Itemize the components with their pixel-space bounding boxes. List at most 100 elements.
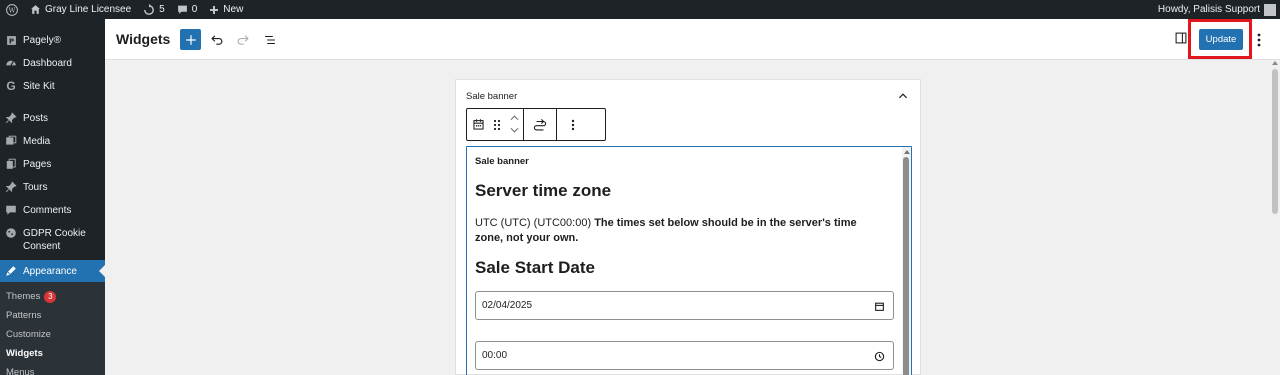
- block-toolbar-group-main: [467, 109, 524, 140]
- comment-icon: [177, 5, 187, 14]
- options-menu-button[interactable]: [1253, 30, 1265, 50]
- sitekit-icon: G: [6, 78, 16, 93]
- svg-text:P: P: [8, 36, 13, 45]
- wordpress-logo-button[interactable]: W: [0, 0, 24, 19]
- sidebar-item-tours[interactable]: Tours: [0, 176, 105, 199]
- new-content-link[interactable]: New: [203, 0, 249, 19]
- timezone-value: UTC (UTC) (UTC00:00): [475, 217, 592, 229]
- brush-icon: [5, 265, 17, 277]
- new-label: New: [223, 4, 244, 15]
- list-view-button[interactable]: [259, 29, 281, 50]
- move-to-widget-area-button[interactable]: [524, 109, 556, 140]
- appearance-submenu: Themes 3 Patterns Customize Widgets Menu…: [0, 282, 105, 375]
- redo-button[interactable]: [232, 29, 254, 50]
- scrollbar-thumb[interactable]: [903, 157, 909, 375]
- clock-icon[interactable]: [873, 350, 885, 362]
- pin-icon: [5, 112, 17, 124]
- chevron-up-icon[interactable]: [510, 115, 519, 122]
- sale-start-heading: Sale Start Date: [475, 258, 595, 277]
- site-name: Gray Line Licensee: [45, 4, 132, 15]
- pin-icon: [5, 181, 17, 193]
- sidebar-item-label: Appearance: [23, 266, 77, 277]
- site-name-link[interactable]: Gray Line Licensee: [24, 0, 137, 19]
- block-mover: [505, 115, 523, 134]
- submenu-item-menus[interactable]: Menus: [0, 363, 105, 375]
- account-menu[interactable]: Howdy, Palisis Support: [1152, 0, 1280, 19]
- page-title: Widgets: [116, 31, 171, 47]
- more-vertical-icon: [571, 119, 575, 130]
- comment-icon: [5, 204, 17, 216]
- sidebar-item-sitekit[interactable]: G Site Kit: [0, 75, 105, 98]
- pages-icon: [5, 158, 17, 170]
- sidebar-item-label: Pages: [23, 159, 52, 170]
- scrollbar-thumb[interactable]: [1272, 69, 1278, 214]
- admin-sidebar: P Pagely® Dashboard G Site Kit Posts Med…: [0, 19, 105, 375]
- widget-area-panel: Sale banner Sale banner Server time zone…: [455, 79, 921, 375]
- howdy-text: Howdy, Palisis Support: [1157, 4, 1260, 15]
- redo-icon: [237, 34, 249, 45]
- avatar: [1264, 3, 1276, 16]
- block-scrollbar[interactable]: [902, 147, 911, 375]
- sidebar-item-appearance[interactable]: Appearance: [0, 260, 105, 282]
- comments-link[interactable]: 0: [171, 0, 204, 19]
- scroll-up-arrow-icon[interactable]: [1272, 61, 1278, 65]
- admin-bar: W Gray Line Licensee 5 0 New Howdy, Pali…: [0, 0, 1280, 19]
- sidebar-item-label: Dashboard: [23, 58, 72, 69]
- sidebar-item-gdpr-cookie-consent[interactable]: GDPR Cookie Consent: [0, 222, 105, 260]
- sidebar-item-dashboard[interactable]: Dashboard: [0, 52, 105, 75]
- home-icon: [31, 5, 40, 14]
- time-value: 00:00: [482, 350, 508, 361]
- timezone-description: UTC (UTC) (UTC00:00) The times set below…: [475, 216, 885, 246]
- sidebar-item-posts[interactable]: Posts: [0, 107, 105, 130]
- add-block-button[interactable]: [180, 29, 201, 50]
- sale-start-time-input[interactable]: 00:00: [475, 341, 894, 370]
- sidebar-panel-icon: [1175, 32, 1187, 44]
- drag-handle-icon: [493, 119, 501, 130]
- sidebar-item-media[interactable]: Media: [0, 130, 105, 153]
- update-button[interactable]: Update: [1199, 29, 1243, 50]
- submenu-item-customize[interactable]: Customize: [0, 325, 105, 344]
- more-vertical-icon: [1257, 33, 1261, 47]
- undo-button[interactable]: [206, 29, 228, 50]
- refresh-icon: [144, 3, 155, 15]
- block-heading: Sale banner: [475, 156, 529, 167]
- block-toolbar-group-options: [557, 109, 589, 140]
- updates-count: 5: [159, 4, 165, 15]
- timezone-heading: Server time zone: [475, 181, 612, 200]
- drag-handle[interactable]: [489, 109, 505, 140]
- media-icon: [5, 135, 17, 147]
- menu-separator: [0, 98, 105, 107]
- sale-banner-block[interactable]: Sale banner Server time zone UTC (UTC) (…: [466, 146, 912, 375]
- submenu-item-patterns[interactable]: Patterns: [0, 306, 105, 325]
- submenu-item-widgets[interactable]: Widgets: [0, 344, 105, 363]
- move-to-icon: [533, 118, 547, 130]
- block-type-button[interactable]: [467, 109, 489, 140]
- chevron-up-icon[interactable]: [897, 90, 909, 102]
- sidebar-item-pagely[interactable]: P Pagely®: [0, 29, 105, 52]
- plus-icon: [185, 34, 196, 45]
- themes-update-badge: 3: [44, 290, 57, 303]
- dashboard-icon: [5, 57, 17, 69]
- comments-count: 0: [191, 4, 198, 15]
- chevron-down-icon[interactable]: [510, 127, 519, 134]
- pagely-icon: P: [5, 34, 17, 46]
- sidebar-item-label: GDPR Cookie Consent: [23, 228, 86, 252]
- calendar-icon: [472, 119, 484, 130]
- block-options-button[interactable]: [557, 109, 589, 140]
- sidebar-item-label: Tours: [23, 182, 48, 193]
- sale-start-date-input[interactable]: 02/04/2025: [475, 291, 894, 320]
- sidebar-item-label: Site Kit: [23, 81, 55, 92]
- svg-text:W: W: [9, 6, 16, 14]
- scroll-up-arrow-icon[interactable]: [904, 150, 910, 154]
- calendar-icon[interactable]: [873, 300, 885, 312]
- updates-link[interactable]: 5: [137, 0, 171, 19]
- editor-header: Widgets Update: [105, 19, 1280, 60]
- page-scrollbar[interactable]: [1270, 60, 1280, 375]
- date-value: 02/04/2025: [482, 300, 533, 311]
- submenu-item-themes[interactable]: Themes 3: [0, 287, 105, 306]
- wordpress-icon: W: [6, 3, 18, 16]
- widget-area-title[interactable]: Sale banner: [466, 91, 517, 102]
- sidebar-item-comments[interactable]: Comments: [0, 199, 105, 222]
- sidebar-item-pages[interactable]: Pages: [0, 153, 105, 176]
- sidebar-item-label: Pagely®: [23, 35, 61, 46]
